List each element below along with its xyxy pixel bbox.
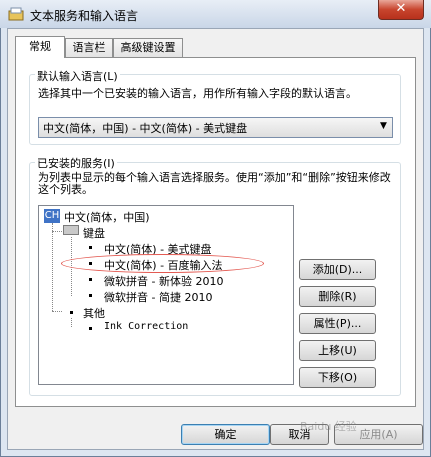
tree-item-keyboard[interactable]: 微软拼音 - 新体验 2010 <box>104 273 223 289</box>
tab-general[interactable]: 常规 <box>15 36 65 58</box>
tree-item-other-group[interactable]: 其他 <box>83 305 105 321</box>
default-language-description: 选择其中一个已安装的输入语言，用作所有输入字段的默认语言。 <box>38 87 357 100</box>
add-button[interactable]: 添加(D)... <box>299 259 376 280</box>
installed-services-title: 已安装的服务(I) <box>35 155 117 171</box>
move-up-button[interactable]: 上移(U) <box>299 340 376 361</box>
tree-item-keyboard[interactable]: 微软拼音 - 简捷 2010 <box>104 289 212 305</box>
tree-item-keyboard-group[interactable]: 键盘 <box>83 225 105 241</box>
close-button[interactable]: ✕ <box>378 0 424 20</box>
tree-connector <box>71 318 72 327</box>
default-language-title: 默认输入语言(L) <box>35 68 120 84</box>
close-icon: ✕ <box>395 1 407 16</box>
default-language-selected: 中文(简体，中国) - 中文(简体) - 美式键盘 <box>43 122 248 135</box>
tree-item-language[interactable]: 中文(简体，中国) <box>64 209 150 225</box>
tab-advanced-key-settings[interactable]: 高级键设置 <box>113 38 183 57</box>
language-badge: CH <box>44 209 60 223</box>
tab-language-bar[interactable]: 语言栏 <box>65 38 113 57</box>
watermark: Baidu 经验 <box>300 420 357 433</box>
properties-button[interactable]: 属性(P)... <box>299 313 376 334</box>
tree-connector <box>52 311 62 312</box>
bullet-icon <box>89 278 92 281</box>
window-title: 文本服务和输入语言 <box>30 9 139 23</box>
move-down-button[interactable]: 下移(O) <box>299 367 376 388</box>
keyboard-icon <box>63 225 79 235</box>
highlight-annotation <box>61 254 264 273</box>
bullet-icon <box>70 311 73 314</box>
tree-connector <box>52 231 62 232</box>
app-icon <box>8 6 24 22</box>
installed-services-description: 为列表中显示的每个输入语言选择服务。使用“添加”和“删除”按钮来修改这个列表。 <box>38 171 391 196</box>
ok-button[interactable]: 确定 <box>181 424 270 445</box>
bullet-icon <box>89 294 92 297</box>
chevron-down-icon: ▼ <box>380 121 387 131</box>
tree-item-other[interactable]: Ink Correction <box>104 321 188 332</box>
bullet-icon <box>89 327 92 330</box>
bullet-icon <box>89 246 92 249</box>
remove-button[interactable]: 删除(R) <box>299 286 376 307</box>
tree-connector <box>52 223 53 311</box>
